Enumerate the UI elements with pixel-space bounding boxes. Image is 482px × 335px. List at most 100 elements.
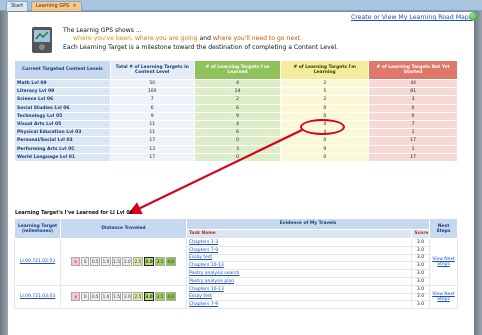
summary-row: World Language Lvl 01 17 0 0 17 — [14, 152, 458, 162]
content-level-name[interactable]: Visual Arts Lvl 05 — [14, 119, 111, 130]
task-link[interactable]: Poetry analysis plan — [186, 276, 412, 286]
not-started-cell: 0 — [368, 103, 458, 113]
scale-step: 2.0 — [122, 292, 133, 302]
learned-targets-table: Learning Target (milestones) Distance Tr… — [14, 218, 458, 310]
not-started-cell: 44 — [368, 78, 458, 89]
view-next-steps-link[interactable]: View Next Steps — [429, 238, 458, 286]
gps-intro-line2: where you've been, where you are going a… — [73, 35, 302, 43]
milestone-link[interactable]: LI.09.721.02.03 — [14, 238, 61, 286]
task-score: 3.0 — [411, 253, 430, 263]
gps-device-icon — [32, 27, 52, 53]
window-frame-right — [474, 11, 482, 335]
summary-row: Science Lvl 06 7 2 2 3 — [14, 95, 458, 105]
content-level-name[interactable]: Math Lvl 09 — [14, 78, 111, 89]
header-current-levels: Current Targeted Content Levels — [14, 60, 111, 80]
learning-cell: 2 — [280, 78, 370, 89]
content-level-name[interactable]: Technology Lvl 05 — [14, 111, 111, 121]
milestone-link[interactable]: LI.09.721.03.03 — [14, 284, 61, 310]
header-total-targets: Total # of Learning Targets in Content L… — [109, 60, 195, 80]
scale-step: 3.5 — [155, 292, 165, 302]
summary-row: Social Studies Lvl 06 6 6 0 0 — [14, 103, 458, 113]
task-link[interactable]: Chapters 10-13 — [186, 284, 412, 294]
view-next-steps-link[interactable]: View Next Steps — [429, 284, 458, 310]
gps-intro-line1: The Learnig GPS shows ... — [63, 27, 142, 34]
scale-step: 3.0 — [143, 292, 155, 302]
task-score: 3.0 — [411, 276, 430, 286]
globe-icon[interactable] — [469, 12, 478, 21]
learning-cell: 2 — [280, 95, 370, 105]
summary-row: Physical Education Lvl 03 11 6 4 1 — [14, 128, 458, 138]
header-score: Score — [411, 228, 430, 240]
scale-step: 3.5 — [155, 257, 165, 267]
task-row: LI.09.721.03.03 x 0 0.5 1.0 1.5 2.0 2.5 3.0 3.5 4.… — [14, 284, 458, 310]
learning-cell: 0 — [280, 152, 370, 162]
roadmap-link[interactable]: Create or View My Learning Road Maps — [351, 14, 472, 21]
scale-step: 2.0 — [122, 257, 133, 267]
highlight-oval — [300, 119, 345, 135]
not-started-cell: 7 — [368, 119, 458, 130]
learning-cell: 5 — [280, 87, 370, 97]
scale-step: 1.0 — [101, 292, 111, 302]
total-targets-cell: 50 — [109, 78, 195, 89]
summary-row: Personal/Social Lvl 03 17 0 0 17 — [14, 136, 458, 146]
total-targets-cell: 17 — [109, 152, 195, 162]
header-not-started: # of Learning Targets Not Yet Started — [368, 60, 458, 80]
tab-close-icon[interactable]: × — [72, 3, 76, 9]
summary-row: Literacy Lvl 09 100 14 5 81 — [14, 87, 458, 97]
scale-step: 3.0 — [143, 257, 155, 267]
total-targets-cell: 100 — [109, 87, 195, 97]
content-level-name[interactable]: World Language Lvl 01 — [14, 152, 111, 162]
total-targets-cell: 11 — [109, 119, 195, 130]
content-level-name[interactable]: Performing Arts Lvl 0C — [14, 144, 111, 154]
browser-tab-bar: Start Learning GPS × — [0, 0, 482, 11]
scale-step: 4.0 — [165, 257, 176, 267]
not-started-cell: 1 — [368, 128, 458, 138]
content-level-name[interactable]: Personal/Social Lvl 03 — [14, 136, 111, 146]
not-started-cell: 17 — [368, 152, 458, 162]
task-score: 3.0 — [411, 238, 430, 247]
task-link[interactable]: Chapters 7-9 — [186, 245, 412, 255]
learned-cell: 6 — [193, 128, 282, 138]
header-milestone: Learning Target (milestones) — [14, 218, 61, 239]
task-link[interactable]: Chapters 1-3 — [186, 238, 412, 247]
summary-row: Math Lvl 09 50 4 2 44 — [14, 78, 458, 89]
not-started-cell: 3 — [368, 95, 458, 105]
scale-step: 1.5 — [111, 257, 122, 267]
content-level-name[interactable]: Social Studies Lvl 06 — [14, 103, 111, 113]
scale-step: 1.0 — [101, 257, 111, 267]
total-targets-cell: 11 — [109, 128, 195, 138]
learning-cell: 0 — [280, 103, 370, 113]
content-level-name[interactable]: Literacy Lvl 09 — [14, 87, 111, 97]
content-level-name[interactable]: Science Lvl 06 — [14, 95, 111, 105]
gps-intro: The Learnig GPS shows ... where you've b… — [63, 27, 338, 52]
summary-row: Technology Lvl 05 9 9 0 0 — [14, 111, 458, 121]
task-link[interactable]: Essay test — [186, 253, 412, 263]
header-evidence: Evidence of My Travels — [186, 218, 430, 230]
task-link[interactable]: Poetry analysis search — [186, 269, 412, 278]
learned-cell: 14 — [193, 87, 282, 97]
task-link[interactable]: Chapters 10-13 — [186, 261, 412, 271]
distance-scale-cell: x 0 0.5 1.0 1.5 2.0 2.5 3.0 3.5 4.0 — [60, 238, 187, 286]
scale-step: 0.5 — [90, 292, 101, 302]
summary-row: Visual Arts Lvl 05 11 4 4 7 — [14, 119, 458, 130]
tab-start[interactable]: Start — [6, 1, 29, 11]
scale-step: 2.5 — [133, 257, 143, 267]
content-levels-summary-table: Current Targeted Content Levels Total # … — [14, 60, 458, 162]
header-task-name: Task Name — [186, 228, 412, 240]
learned-cell: 4 — [193, 78, 282, 89]
learning-cell: 9 — [280, 144, 370, 154]
scale-step: x — [71, 292, 80, 302]
summary-row: Performing Arts Lvl 0C 13 3 9 1 — [14, 144, 458, 154]
scale-step: 0.5 — [90, 257, 101, 267]
distance-scale: x 0 0.5 1.0 1.5 2.0 2.5 3.0 3.5 4.0 — [61, 292, 186, 302]
distance-scale: x 0 0.5 1.0 1.5 2.0 2.5 3.0 3.5 4.0 — [61, 257, 186, 267]
gps-intro-line3: Each Learning Target is a milestone towa… — [63, 43, 339, 51]
total-targets-cell: 7 — [109, 95, 195, 105]
task-link[interactable]: Essay test — [186, 292, 412, 302]
content-level-name[interactable]: Physical Education Lvl 03 — [14, 128, 111, 138]
learned-cell: 2 — [193, 95, 282, 105]
task-link[interactable]: Chapters 7-9 — [186, 300, 412, 310]
tab-learning-gps[interactable]: Learning GPS × — [31, 1, 82, 11]
window-frame-left — [0, 11, 8, 335]
learned-cell: 6 — [193, 103, 282, 113]
